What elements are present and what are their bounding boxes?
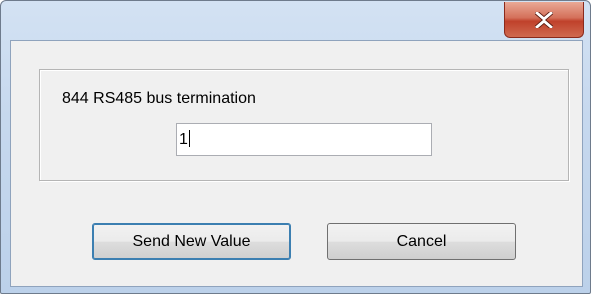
close-icon xyxy=(535,11,553,28)
dialog-client-area: 844 RS485 bus termination 1 Send New Val… xyxy=(10,40,583,287)
send-new-value-button[interactable]: Send New Value xyxy=(92,223,291,260)
setting-value-input[interactable]: 1 xyxy=(176,123,432,156)
close-button[interactable] xyxy=(504,2,584,38)
dialog-window: 844 RS485 bus termination 1 Send New Val… xyxy=(0,0,591,294)
title-bar[interactable] xyxy=(1,1,590,41)
setting-value-text: 1 xyxy=(179,131,188,148)
cancel-button[interactable]: Cancel xyxy=(327,223,516,260)
text-caret xyxy=(188,130,190,147)
setting-label: 844 RS485 bus termination xyxy=(62,90,256,107)
